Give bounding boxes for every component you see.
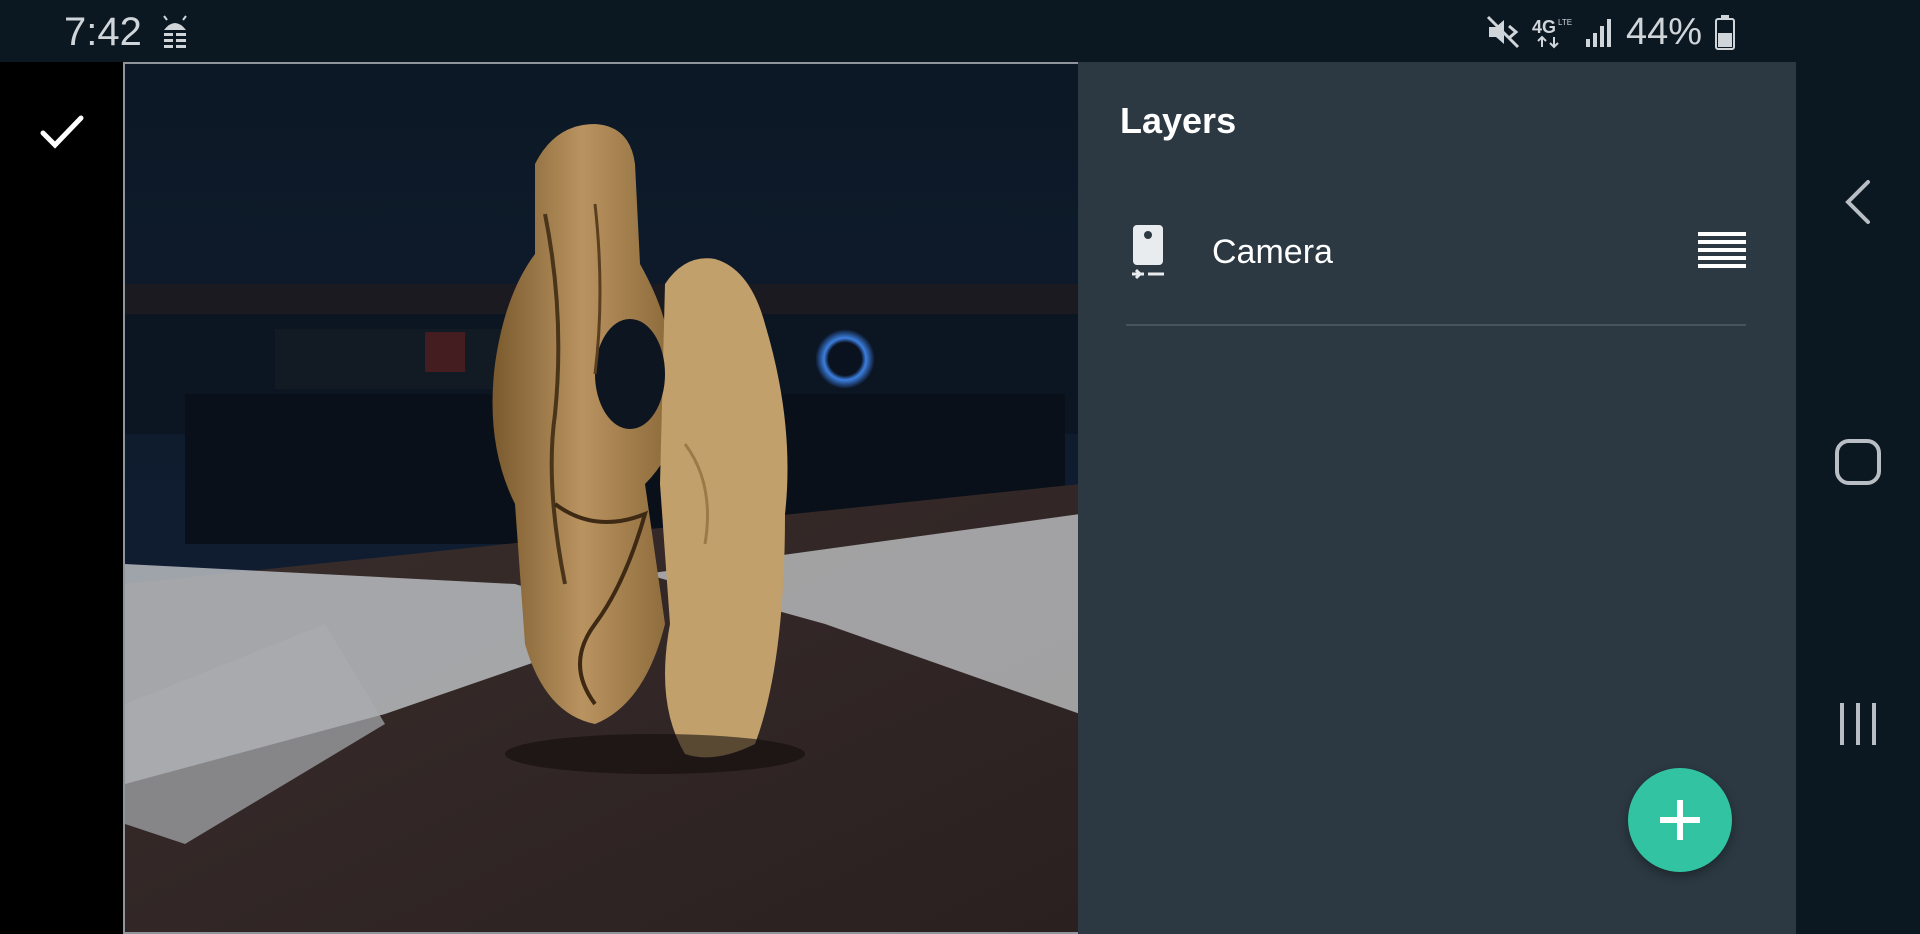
svg-text:LTE: LTE	[1558, 18, 1572, 27]
back-icon	[1845, 180, 1870, 224]
battery-icon	[1715, 15, 1735, 50]
drag-handle-icon[interactable]	[1698, 230, 1746, 270]
svg-text:4G: 4G	[1532, 17, 1556, 37]
checkmark-icon	[40, 115, 84, 149]
recents-icon	[1840, 703, 1876, 745]
preview-image	[125, 64, 1078, 932]
add-layer-button[interactable]	[1628, 768, 1732, 872]
signal-icon	[1585, 19, 1611, 47]
camera-preview[interactable]	[123, 62, 1078, 934]
layers-title: Layers	[1120, 100, 1237, 141]
status-bar: 7:42 4G LTE 44%	[0, 0, 1920, 62]
left-toolbar	[0, 62, 123, 934]
layers-panel: Layers Camera	[1078, 62, 1796, 934]
layer-label: Camera	[1212, 233, 1333, 271]
navigation-bar	[1796, 62, 1920, 934]
back-button[interactable]	[1826, 170, 1890, 234]
battery-percent: 44%	[1625, 11, 1702, 53]
home-button[interactable]	[1826, 430, 1890, 494]
4g-lte-icon: 4G LTE	[1532, 17, 1572, 49]
phone-camera-icon	[1132, 225, 1164, 280]
status-icons: 4G LTE 44%	[1486, 12, 1736, 52]
home-icon	[1835, 439, 1881, 485]
recents-button[interactable]	[1826, 692, 1890, 756]
mute-icon	[1486, 15, 1519, 49]
android-debug-icon	[163, 15, 187, 48]
status-time: 7:42	[64, 10, 142, 54]
plus-icon	[1660, 800, 1700, 840]
layer-item-camera[interactable]: Camera	[1126, 222, 1746, 326]
done-button[interactable]	[30, 100, 94, 164]
